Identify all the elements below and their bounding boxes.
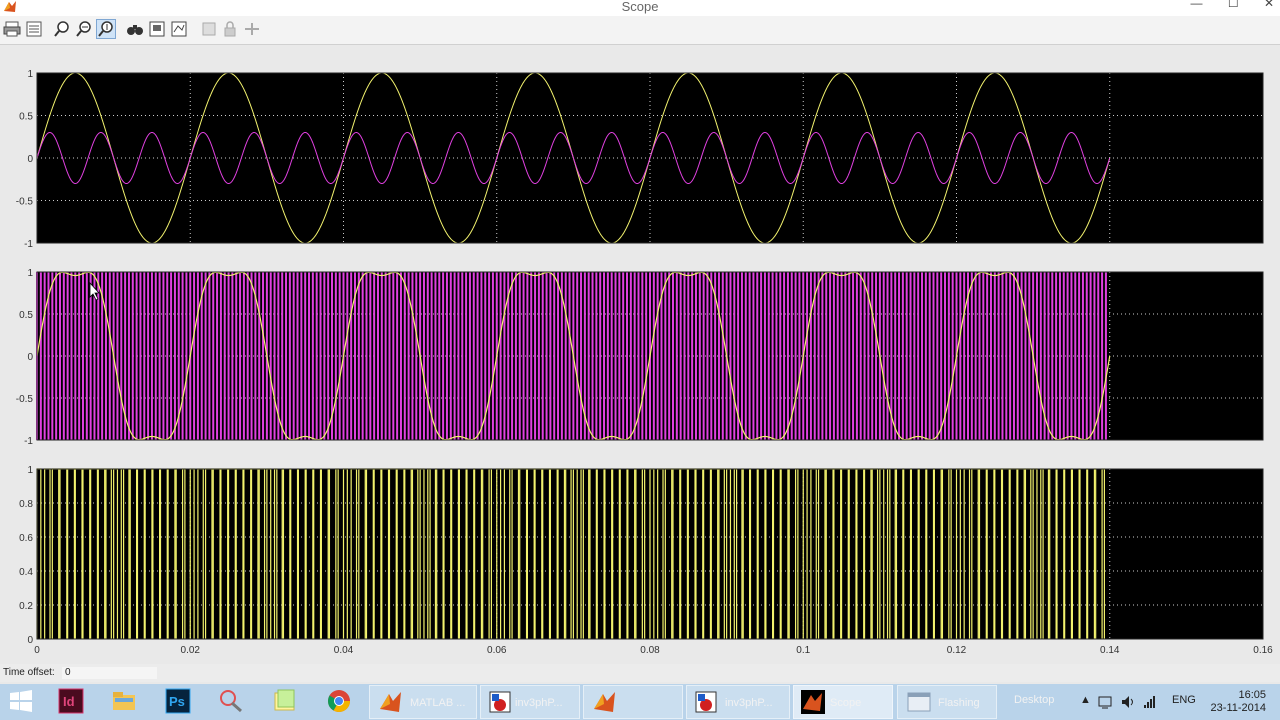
language-indicator[interactable]: ENG xyxy=(1172,694,1196,706)
svg-text:Ps: Ps xyxy=(169,694,185,709)
taskbar-matlab-button[interactable]: MATLAB ... xyxy=(369,685,477,719)
y-tick-label: 0.5 xyxy=(19,310,33,321)
scope-axes-1[interactable]: 1 0.5 0 -0.5 -1 xyxy=(16,69,1264,250)
scope-plots[interactable]: 10.50-0.5-110.50-0.5-110.80.60.40.200 0.0… xyxy=(0,45,1280,662)
y-tick-label: 0.4 xyxy=(19,567,33,578)
taskbar-flashing-button[interactable]: Flashing xyxy=(897,685,997,719)
x-tick-label: 0.1 xyxy=(796,645,810,656)
network-icon[interactable] xyxy=(1143,695,1157,709)
scope-toolbar xyxy=(0,16,1280,45)
desktop-toolbar-label[interactable]: Desktop xyxy=(1014,694,1054,706)
zoom-icon[interactable] xyxy=(53,20,71,38)
save-axes-icon[interactable] xyxy=(148,20,166,38)
zoom-y-icon[interactable] xyxy=(96,19,116,39)
y-tick-label: 1 xyxy=(27,268,33,279)
y-tick-label: 0 xyxy=(27,635,33,646)
x-tick-label: 0.02 xyxy=(181,645,201,656)
x-tick-label: 0 xyxy=(34,645,40,656)
lock-icon[interactable] xyxy=(221,20,239,38)
x-tick-label: 0.04 xyxy=(334,645,354,656)
taskbar-simulink-button-1[interactable]: inv3phP... xyxy=(480,685,580,719)
maximize-button[interactable]: ☐ xyxy=(1228,0,1239,10)
y-tick-label: 1 xyxy=(27,69,33,80)
simulink-icon xyxy=(489,691,511,713)
taskbar-matlab-button-2[interactable] xyxy=(583,685,683,719)
scope-axes-2[interactable]: 1 0.5 0 -0.5 -1 xyxy=(16,268,1264,447)
matlab-icon xyxy=(380,692,401,712)
restore-axes-icon[interactable] xyxy=(170,20,188,38)
y-tick-label: 0.2 xyxy=(19,601,33,612)
time-offset-value: 0 xyxy=(62,667,157,679)
autoscale-icon[interactable] xyxy=(126,20,144,38)
x-tick-label: 0.08 xyxy=(640,645,660,656)
title-bar: Scope — ☐ ✕ xyxy=(0,0,1280,16)
scope-axes-3[interactable]: 1 0.8 0.6 0.4 0.2 00 0.02 0.04 0.06 0.08 0.1 0.12 0.… xyxy=(19,465,1273,656)
y-tick-label: -1 xyxy=(24,239,33,250)
window-title: Scope xyxy=(621,0,659,14)
volume-icon[interactable] xyxy=(1121,695,1135,709)
window-icon xyxy=(907,692,931,712)
file-explorer-icon[interactable] xyxy=(111,688,137,714)
y-tick-label: -0.5 xyxy=(16,197,34,208)
y-tick-label: -1 xyxy=(24,436,33,447)
taskbar-simulink-button-2[interactable]: inv3phP... xyxy=(686,685,790,719)
params-icon[interactable] xyxy=(25,20,43,38)
close-button[interactable]: ✕ xyxy=(1264,0,1274,10)
taskbar-simulink-label-1: inv3phP... xyxy=(515,697,563,709)
action-center-icon[interactable] xyxy=(1098,695,1112,709)
scope-figure: 1 0.5 0 -0.5 -1 1 0.5 0 -0.5 -1 1 0.8 0.6 0.4 0.2 0 0 0.0… xyxy=(0,45,1280,662)
snipping-tool-icon[interactable] xyxy=(218,688,244,714)
taskbar-flashing-label: Flashing xyxy=(938,697,980,709)
y-tick-label: 1 xyxy=(27,465,33,476)
scope-matlab-icon xyxy=(801,690,825,714)
x-tick-label: 0.16 xyxy=(1253,645,1273,656)
indesign-icon[interactable]: Id xyxy=(58,688,84,714)
taskbar-matlab-label: MATLAB ... xyxy=(410,697,466,709)
y-tick-label: -0.5 xyxy=(16,394,34,405)
zoom-x-icon[interactable] xyxy=(75,20,93,38)
taskbar: Id Ps MATLAB ... inv3phP... inv3phP... S… xyxy=(0,684,1280,720)
print-icon[interactable] xyxy=(3,20,21,38)
clock-date: 23-11-2014 xyxy=(1210,702,1266,714)
matlab-icon xyxy=(594,692,615,712)
clock-time: 16:05 xyxy=(1238,689,1266,701)
y-tick-label: 0 xyxy=(27,154,33,165)
y-tick-label: 0.8 xyxy=(19,499,33,510)
svg-text:Id: Id xyxy=(63,694,75,709)
taskbar-clock[interactable]: 16:05 23-11-2014 xyxy=(1211,689,1266,715)
simulink-icon xyxy=(695,691,717,713)
signal-select-icon[interactable] xyxy=(243,20,261,38)
floating-icon[interactable] xyxy=(200,20,218,38)
taskbar-scope-button[interactable]: Scope xyxy=(793,685,893,719)
y-tick-label: 0 xyxy=(27,352,33,363)
y-tick-label: 0.5 xyxy=(19,112,33,123)
photoshop-icon[interactable]: Ps xyxy=(165,688,191,714)
x-tick-label: 0.12 xyxy=(947,645,967,656)
start-windows-icon[interactable] xyxy=(8,688,34,714)
tray-expand-icon[interactable]: ▲ xyxy=(1080,694,1091,706)
taskbar-scope-label: Scope xyxy=(830,697,862,709)
time-offset-label: Time offset: xyxy=(3,667,55,678)
y-tick-label: 0.6 xyxy=(19,533,33,544)
x-tick-label: 0.14 xyxy=(1100,645,1120,656)
status-bar: Time offset: 0 xyxy=(0,664,1280,682)
x-tick-label: 0.06 xyxy=(487,645,507,656)
chrome-icon[interactable] xyxy=(326,688,352,714)
window-controls: — ☐ ✕ xyxy=(1168,0,1274,10)
taskbar-simulink-label-2: inv3phP... xyxy=(725,697,773,709)
sticky-notes-icon[interactable] xyxy=(272,688,298,714)
minimize-button[interactable]: — xyxy=(1190,0,1202,10)
